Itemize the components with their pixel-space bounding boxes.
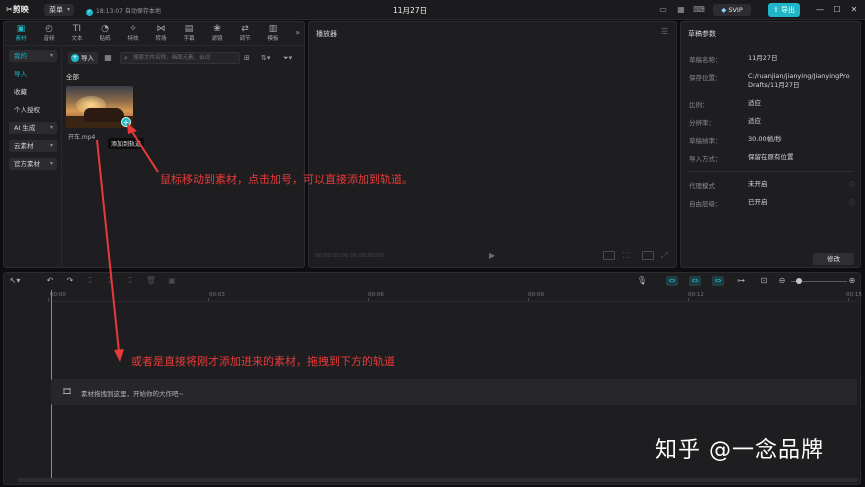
watermark: 知乎 @一念品牌	[655, 438, 824, 463]
arrow-bottom-head	[114, 349, 124, 362]
annotation-top: 鼠标移动到素材，点击加号，可以直接添加到轨道。	[160, 173, 413, 186]
annotation-bottom: 或者是直接将刚才添加进来的素材，拖拽到下方的轨道	[131, 355, 395, 368]
arrow-bottom	[96, 139, 120, 353]
annotation-arrows	[96, 123, 159, 362]
arrow-top-head	[127, 123, 137, 134]
arrow-top	[130, 129, 159, 173]
